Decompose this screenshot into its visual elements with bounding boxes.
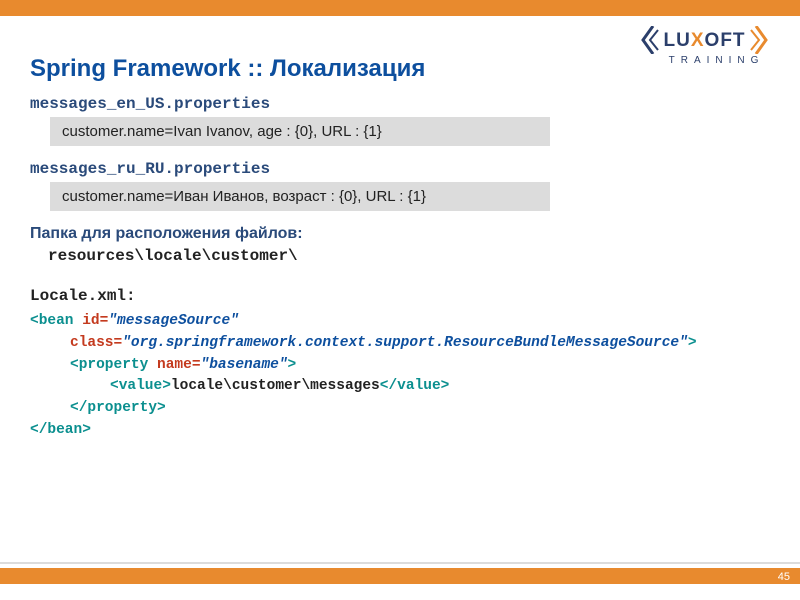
xml-val-name: "basename" [201,357,288,373]
xml-close-angle-1: > [688,335,697,351]
bottom-divider [0,562,800,564]
slide-title: Spring Framework :: Локализация [30,55,425,83]
file-en-label: messages_en_US.properties [30,95,730,113]
xml-bean-close: </bean> [30,422,91,438]
slide: LUXOFT TRAINING Spring Framework :: Лока… [0,0,800,600]
xml-snippet: <bean id="messageSource" class="org.spri… [30,311,730,442]
xml-attr-class: class= [70,335,122,351]
logo-subtitle: TRAINING [639,56,770,66]
file-ru-label: messages_ru_RU.properties [30,160,730,178]
brand-logo: LUXOFT TRAINING [639,26,770,66]
slide-content: messages_en_US.properties customer.name=… [30,95,730,442]
locale-xml-label: Locale.xml: [30,287,730,305]
xml-attr-id: id= [82,313,108,329]
logo-text: LUXOFT [664,31,746,50]
chevron-right-icon [750,26,770,54]
bottom-accent-bar [0,568,800,584]
page-number: 45 [778,571,790,583]
xml-close-angle-2: > [288,357,297,373]
top-accent-bar [0,0,800,16]
xml-prop-open: <property [70,357,157,373]
folder-label: Папка для расположения файлов: [30,225,730,243]
xml-prop-close: </property> [70,400,166,416]
file-en-content: customer.name=Ivan Ivanov, age : {0}, UR… [50,117,550,146]
xml-value-open: <value> [110,378,171,394]
file-ru-content: customer.name=Иван Иванов, возраст : {0}… [50,182,550,211]
folder-path: resources\locale\customer\ [48,247,730,265]
xml-value-close: </value> [380,378,450,394]
chevron-left-icon [639,26,659,54]
xml-val-id: "messageSource" [108,313,239,329]
xml-attr-name: name= [157,357,201,373]
xml-bean-open: <bean [30,313,82,329]
xml-value-text: locale\customer\messages [171,378,380,394]
xml-val-class: "org.springframework.context.support.Res… [122,335,688,351]
